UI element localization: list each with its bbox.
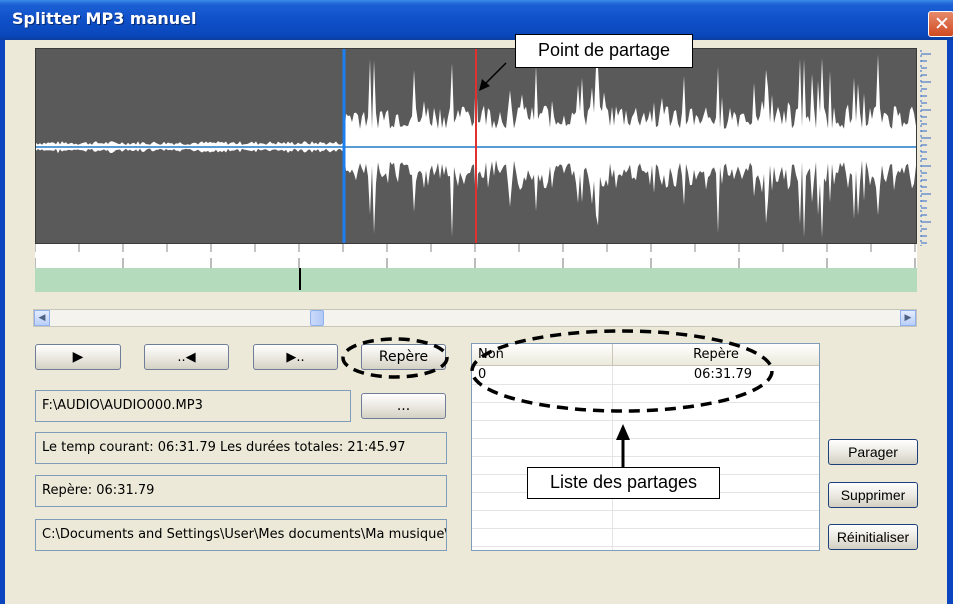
scrollbar-thumb[interactable] xyxy=(310,310,324,326)
empty-list-row xyxy=(472,402,819,421)
list-item-repere: 06:31.79 xyxy=(693,367,752,382)
delete-button[interactable]: Supprimer xyxy=(828,482,918,508)
split-point-callout: Point de partage xyxy=(515,34,693,68)
empty-list-row xyxy=(472,384,819,403)
window-title: Splitter MP3 manuel xyxy=(12,9,197,28)
empty-list-row xyxy=(472,546,819,550)
list-item-non: 0 xyxy=(478,367,487,382)
close-icon: ✕ xyxy=(934,13,950,35)
next-icon: ▶.. xyxy=(286,350,305,365)
close-button[interactable]: ✕ xyxy=(928,11,953,37)
mp3-splitter-window: Splitter MP3 manuel ✕ ◀ ▶ ▶ ..◀ ▶.. Repè… xyxy=(0,0,953,604)
window-left-border xyxy=(0,40,5,604)
title-bar: Splitter MP3 manuel ✕ xyxy=(0,0,953,40)
empty-list-row xyxy=(472,510,819,529)
play-button[interactable]: ▶ xyxy=(35,344,121,370)
mark-button[interactable]: Repère xyxy=(361,344,446,370)
list-item[interactable]: 0 06:31.79 xyxy=(472,366,819,385)
horizontal-scrollbar[interactable]: ◀ ▶ xyxy=(33,309,917,327)
window-right-border xyxy=(947,40,953,604)
split-list[interactable]: Non Repère 0 06:31.79 xyxy=(471,343,820,551)
amplitude-scale xyxy=(920,50,931,246)
previous-icon: ..◀ xyxy=(177,350,196,365)
list-column-divider xyxy=(612,366,613,550)
next-button[interactable]: ▶.. xyxy=(253,344,338,370)
split-button[interactable]: Parager xyxy=(828,439,918,465)
scroll-right-arrow-icon[interactable]: ▶ xyxy=(900,310,916,326)
input-file-field[interactable]: F:\AUDIO\AUDIO000.MP3 xyxy=(35,390,351,422)
reset-button[interactable]: Réinitialiser xyxy=(828,524,918,550)
empty-list-row xyxy=(472,438,819,457)
column-header-non[interactable]: Non xyxy=(472,344,612,366)
browse-button[interactable]: ... xyxy=(361,393,446,419)
empty-list-row xyxy=(472,528,819,547)
previous-button[interactable]: ..◀ xyxy=(144,344,229,370)
scroll-left-arrow-icon[interactable]: ◀ xyxy=(34,310,50,326)
split-list-callout: Liste des partages xyxy=(527,467,720,499)
time-info-field: Le temp courant: 06:31.79 Les durées tot… xyxy=(35,432,447,464)
play-icon: ▶ xyxy=(72,349,84,365)
waveform-graphic xyxy=(36,49,916,243)
output-folder-field[interactable]: C:\Documents and Settings\User\Mes docum… xyxy=(35,519,447,551)
mark-info-field: Repère: 06:31.79 xyxy=(35,475,447,507)
empty-list-row xyxy=(472,420,819,439)
time-ruler xyxy=(35,244,917,269)
timeline-track[interactable] xyxy=(35,268,917,292)
waveform-display[interactable] xyxy=(35,48,917,244)
column-header-repere[interactable]: Repère xyxy=(612,344,819,366)
